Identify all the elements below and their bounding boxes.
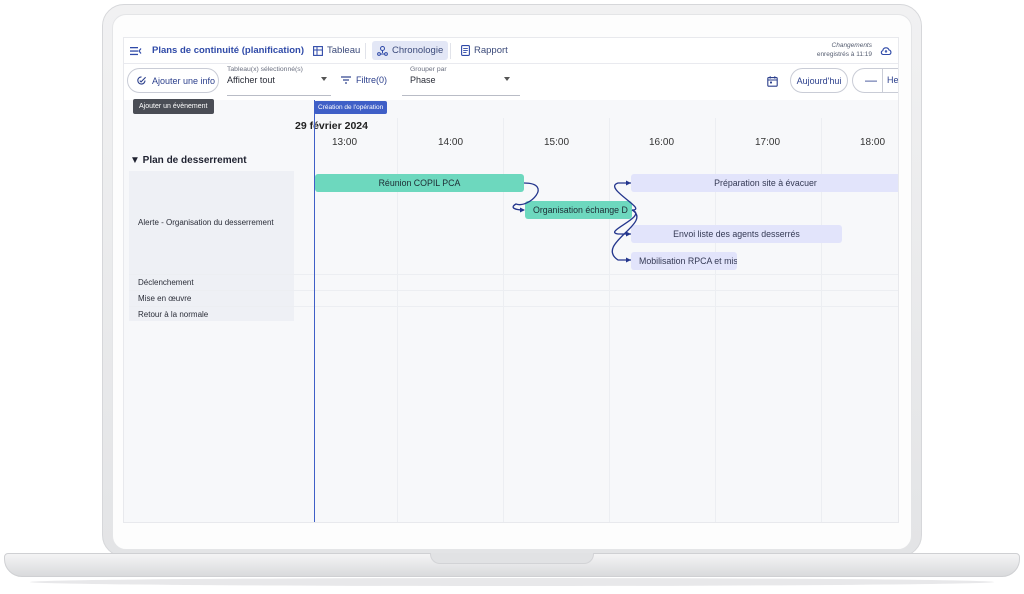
hour-gridline xyxy=(609,118,610,522)
event-bar[interactable]: Organisation échange D xyxy=(525,201,632,219)
operation-start-line xyxy=(314,100,315,522)
zoom-divider xyxy=(882,69,883,92)
event-bar[interactable]: Envoi liste des agents desserrés xyxy=(631,225,842,243)
lane-label: Retour à la normale xyxy=(138,310,209,319)
lane-divider xyxy=(129,290,898,291)
event-bar[interactable]: Préparation site à évacuer xyxy=(631,174,898,192)
add-info-button[interactable]: Ajouter une info xyxy=(127,68,219,93)
group-by-label: Grouper par xyxy=(410,66,447,73)
operation-start-tag: Création de l'opération xyxy=(314,101,388,114)
tab-rapport-label: Rapport xyxy=(474,45,508,56)
cloud-sync-icon[interactable] xyxy=(880,45,892,57)
lane-label: Mise en œuvre xyxy=(138,294,192,303)
lane-label: Déclenchement xyxy=(138,278,194,287)
laptop-notch xyxy=(430,553,594,564)
app-screen: Plans de continuité (planification) Tabl… xyxy=(123,37,899,523)
laptop-shadow xyxy=(30,578,994,586)
boards-select[interactable]: Tableau(x) sélectionné(s) Afficher tout xyxy=(227,66,331,96)
add-event-icon xyxy=(137,76,146,85)
top-bar: Plans de continuité (planification) Tabl… xyxy=(124,38,898,64)
add-event-tooltip: Ajouter un évènement xyxy=(133,99,214,114)
hour-label: 17:00 xyxy=(755,137,781,148)
lane-label: Alerte - Organisation du desserrement xyxy=(138,218,274,227)
chevron-down-icon xyxy=(504,77,510,81)
save-status: Changements enregistrés à 11:19 xyxy=(817,41,872,59)
hour-label: 18:00 xyxy=(860,137,886,148)
group-by-select[interactable]: Grouper par Phase xyxy=(402,66,520,96)
tab-chronologie[interactable]: Chronologie xyxy=(372,41,449,60)
filter-icon xyxy=(341,76,351,84)
zoom-control: — Heu xyxy=(852,68,898,93)
save-status-title: Changements xyxy=(831,42,872,49)
hour-label: 14:00 xyxy=(438,137,464,148)
timeline-icon xyxy=(377,45,388,56)
zoom-out-button[interactable]: — xyxy=(865,73,877,87)
add-info-label: Ajouter une info xyxy=(152,75,216,86)
tab-separator xyxy=(450,43,451,59)
group-toggle[interactable]: ▼ Plan de desserrement xyxy=(130,155,247,166)
tab-rapport[interactable]: Rapport xyxy=(456,41,513,60)
tab-separator xyxy=(365,43,366,59)
hour-label: 15:00 xyxy=(544,137,570,148)
event-bar[interactable]: Réunion COPIL PCA xyxy=(315,174,524,192)
table-icon xyxy=(313,45,323,56)
app-title: Plans de continuité (planification) xyxy=(152,45,305,56)
hour-label: 13:00 xyxy=(332,137,358,148)
tab-chronologie-label: Chronologie xyxy=(392,45,444,56)
today-button[interactable]: Aujourd'hui xyxy=(790,68,848,93)
calendar-icon[interactable] xyxy=(767,76,778,87)
boards-select-label: Tableau(x) sélectionné(s) xyxy=(227,66,303,73)
zoom-unit-select[interactable]: Heu xyxy=(887,75,898,85)
event-bar[interactable]: Mobilisation RPCA et mis xyxy=(631,252,737,270)
document-icon xyxy=(461,45,470,56)
menu-collapse-icon[interactable] xyxy=(130,45,142,57)
filter-label: Filtre(0) xyxy=(356,75,387,85)
group-by-value: Phase xyxy=(410,75,436,85)
lane-divider xyxy=(129,306,898,307)
save-status-time: enregistrés à 11:19 xyxy=(816,51,872,58)
tab-tableau[interactable]: Tableau xyxy=(308,41,365,60)
timeline-date: 29 février 2024 xyxy=(295,120,368,132)
hour-label: 16:00 xyxy=(649,137,675,148)
chevron-down-icon xyxy=(321,77,327,81)
tab-tableau-label: Tableau xyxy=(327,45,361,56)
boards-select-value: Afficher tout xyxy=(227,75,275,85)
lane-divider xyxy=(129,274,898,275)
toolbar: Ajouter une info Tableau(x) sélectionné(… xyxy=(124,64,898,100)
filter-button[interactable]: Filtre(0) xyxy=(341,75,387,85)
